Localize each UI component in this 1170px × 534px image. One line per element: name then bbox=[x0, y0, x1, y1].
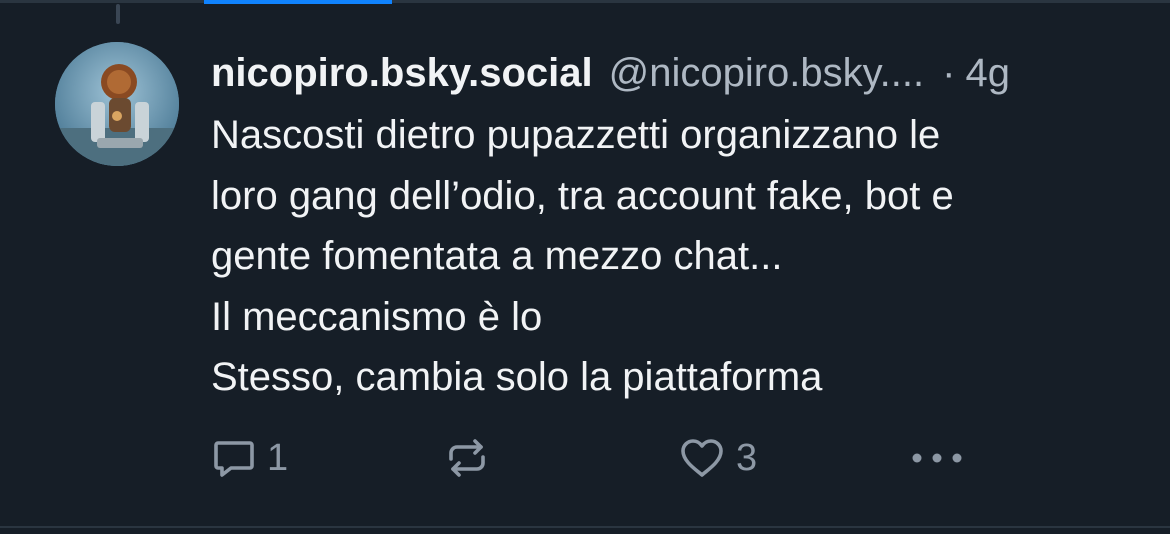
post-text-line: Stesso, cambia solo la piattaforma bbox=[211, 355, 823, 399]
ellipsis-icon bbox=[912, 453, 962, 463]
active-tab-indicator bbox=[204, 0, 392, 4]
reply-count: 1 bbox=[267, 436, 289, 479]
header-separator: · bbox=[942, 51, 956, 95]
post-text-line: loro gang dell’odio, tra account fake, b… bbox=[211, 173, 954, 218]
bottom-divider bbox=[0, 526, 1170, 528]
top-divider bbox=[0, 0, 1170, 3]
post-actions-bar: 1 3 bbox=[0, 430, 1170, 486]
repost-arrows-icon bbox=[449, 439, 485, 477]
reply-button[interactable]: 1 bbox=[211, 430, 288, 486]
post-text-line: Il meccanismo è lo bbox=[211, 294, 543, 339]
like-count: 3 bbox=[736, 436, 758, 479]
like-button[interactable]: 3 bbox=[678, 430, 757, 486]
post-body: Nascosti dietro pupazzetti organizzano l… bbox=[211, 105, 1141, 408]
more-options-button[interactable] bbox=[910, 430, 964, 486]
thread-connector-line bbox=[116, 4, 120, 24]
post-timestamp[interactable]: 4g bbox=[965, 46, 1010, 100]
author-display-name[interactable]: nicopiro.bsky.social bbox=[211, 46, 593, 100]
post-header: nicopiro.bsky.social @nicopiro.bsky.... … bbox=[211, 46, 1141, 100]
post-text-line: gente fomentata a mezzo chat... bbox=[211, 234, 783, 278]
repost-button[interactable] bbox=[443, 430, 491, 486]
avatar-image bbox=[55, 42, 179, 166]
author-avatar[interactable] bbox=[55, 42, 179, 166]
post-text-line: Nascosti dietro pupazzetti organizzano l… bbox=[211, 113, 941, 157]
heart-icon bbox=[681, 439, 723, 477]
speech-bubble-icon bbox=[214, 441, 254, 477]
author-handle[interactable]: @nicopiro.bsky.... bbox=[609, 46, 925, 100]
